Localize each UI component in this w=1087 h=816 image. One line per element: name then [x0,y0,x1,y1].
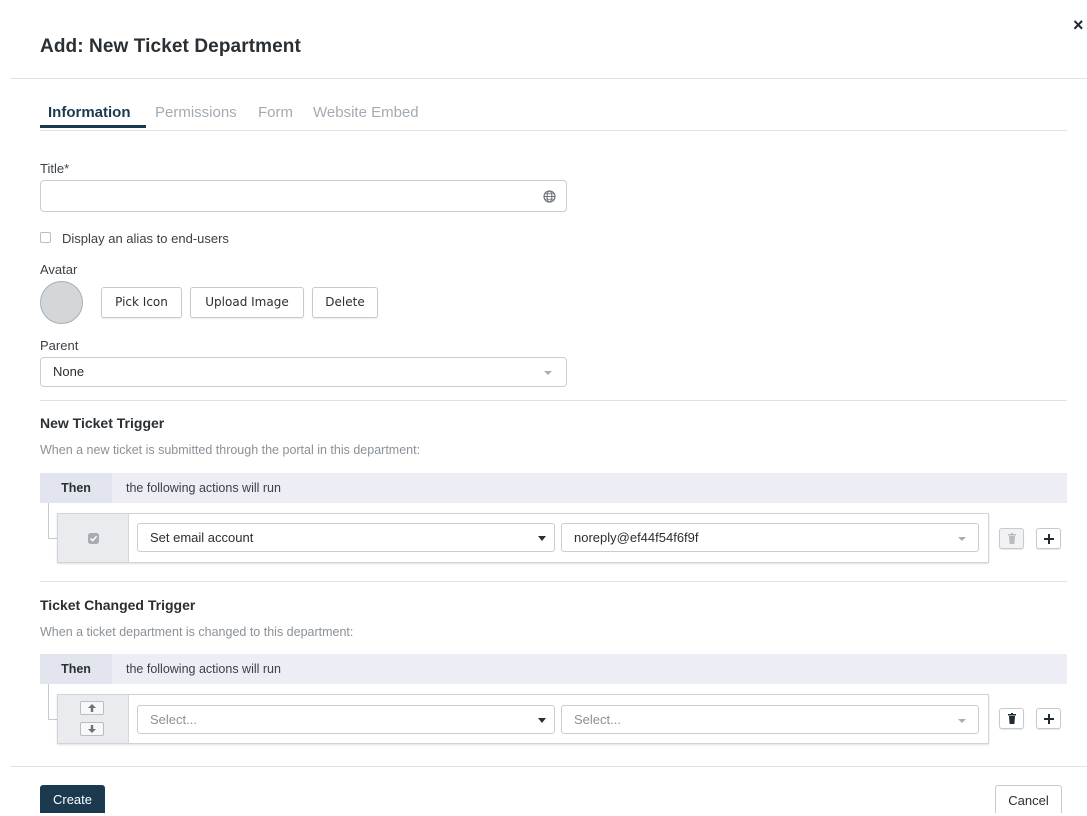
action-row: Select... Select... [57,694,989,744]
delete-action-button[interactable] [999,708,1024,729]
action-select-value: Set email account [150,530,254,545]
chevron-down-icon [544,371,552,375]
new-ticket-trigger-description: When a new ticket is submitted through t… [40,443,421,457]
chevron-down-icon [538,718,546,723]
then-bar: Then the following actions will run [40,473,1067,503]
parent-select-value: None [53,364,85,379]
action-select[interactable]: Set email account [137,523,555,552]
then-text: the following actions will run [126,481,281,495]
action-select-placeholder: Select... [150,712,197,727]
avatar-label: Avatar [40,262,78,277]
alias-checkbox-label: Display an alias to end-users [62,231,229,246]
create-button[interactable]: Create [40,785,105,813]
add-action-button[interactable] [1036,528,1061,549]
tab-form[interactable]: Form [258,104,293,121]
pick-icon-button[interactable]: Pick Icon [101,287,182,318]
action-row-handle [58,695,129,743]
section-divider [40,400,1067,401]
ticket-changed-trigger-title: Ticket Changed Trigger [40,597,196,613]
new-ticket-trigger-title: New Ticket Trigger [40,415,165,431]
action-row-handle [58,514,129,562]
modal-title: Add: New Ticket Department [40,36,301,57]
move-down-button[interactable] [80,722,104,736]
avatar [40,281,83,324]
upload-image-button[interactable]: Upload Image [190,287,304,318]
close-icon[interactable]: × [1073,16,1084,34]
action-target-select-placeholder: Select... [574,712,621,727]
action-select[interactable]: Select... [137,705,555,734]
tab-bar: Information Permissions Form Website Emb… [40,104,1067,131]
section-divider [40,581,1067,582]
footer-divider [10,766,1087,767]
delete-avatar-button[interactable]: Delete [312,287,378,318]
cancel-button[interactable]: Cancel [995,785,1062,813]
trash-icon [1008,713,1016,724]
email-account-select-value: noreply@ef44f54f6f9f [574,530,699,545]
delete-action-button[interactable] [999,528,1024,549]
add-action-button[interactable] [1036,708,1061,729]
plus-icon [1044,714,1054,724]
tab-permissions[interactable]: Permissions [155,104,237,121]
then-label: Then [40,473,112,503]
tab-information[interactable]: Information [48,104,131,121]
title-label: Title* [40,161,70,176]
arrow-up-icon [88,704,96,712]
action-row: Set email account noreply@ef44f54f6f9f [57,513,989,563]
email-account-select[interactable]: noreply@ef44f54f6f9f [561,523,979,552]
then-label: Then [40,654,112,684]
arrow-down-icon [88,725,96,733]
move-up-button[interactable] [80,701,104,715]
ticket-changed-trigger-description: When a ticket department is changed to t… [40,625,354,639]
header-divider [10,78,1087,79]
action-target-select[interactable]: Select... [561,705,979,734]
plus-icon [1044,534,1054,544]
alias-checkbox[interactable] [40,232,51,243]
parent-select[interactable]: None [40,357,567,387]
tab-website-embed[interactable]: Website Embed [313,104,419,121]
trash-icon [1008,533,1016,544]
active-tab-indicator [40,125,146,128]
chevron-down-icon [538,536,546,541]
chevron-down-icon [958,719,966,723]
then-text: the following actions will run [126,662,281,676]
chevron-down-icon [958,537,966,541]
checkbox-checked-icon[interactable] [88,533,99,544]
title-input[interactable] [40,180,567,212]
parent-label: Parent [40,338,79,353]
then-bar: Then the following actions will run [40,654,1067,684]
globe-icon[interactable] [543,190,556,203]
